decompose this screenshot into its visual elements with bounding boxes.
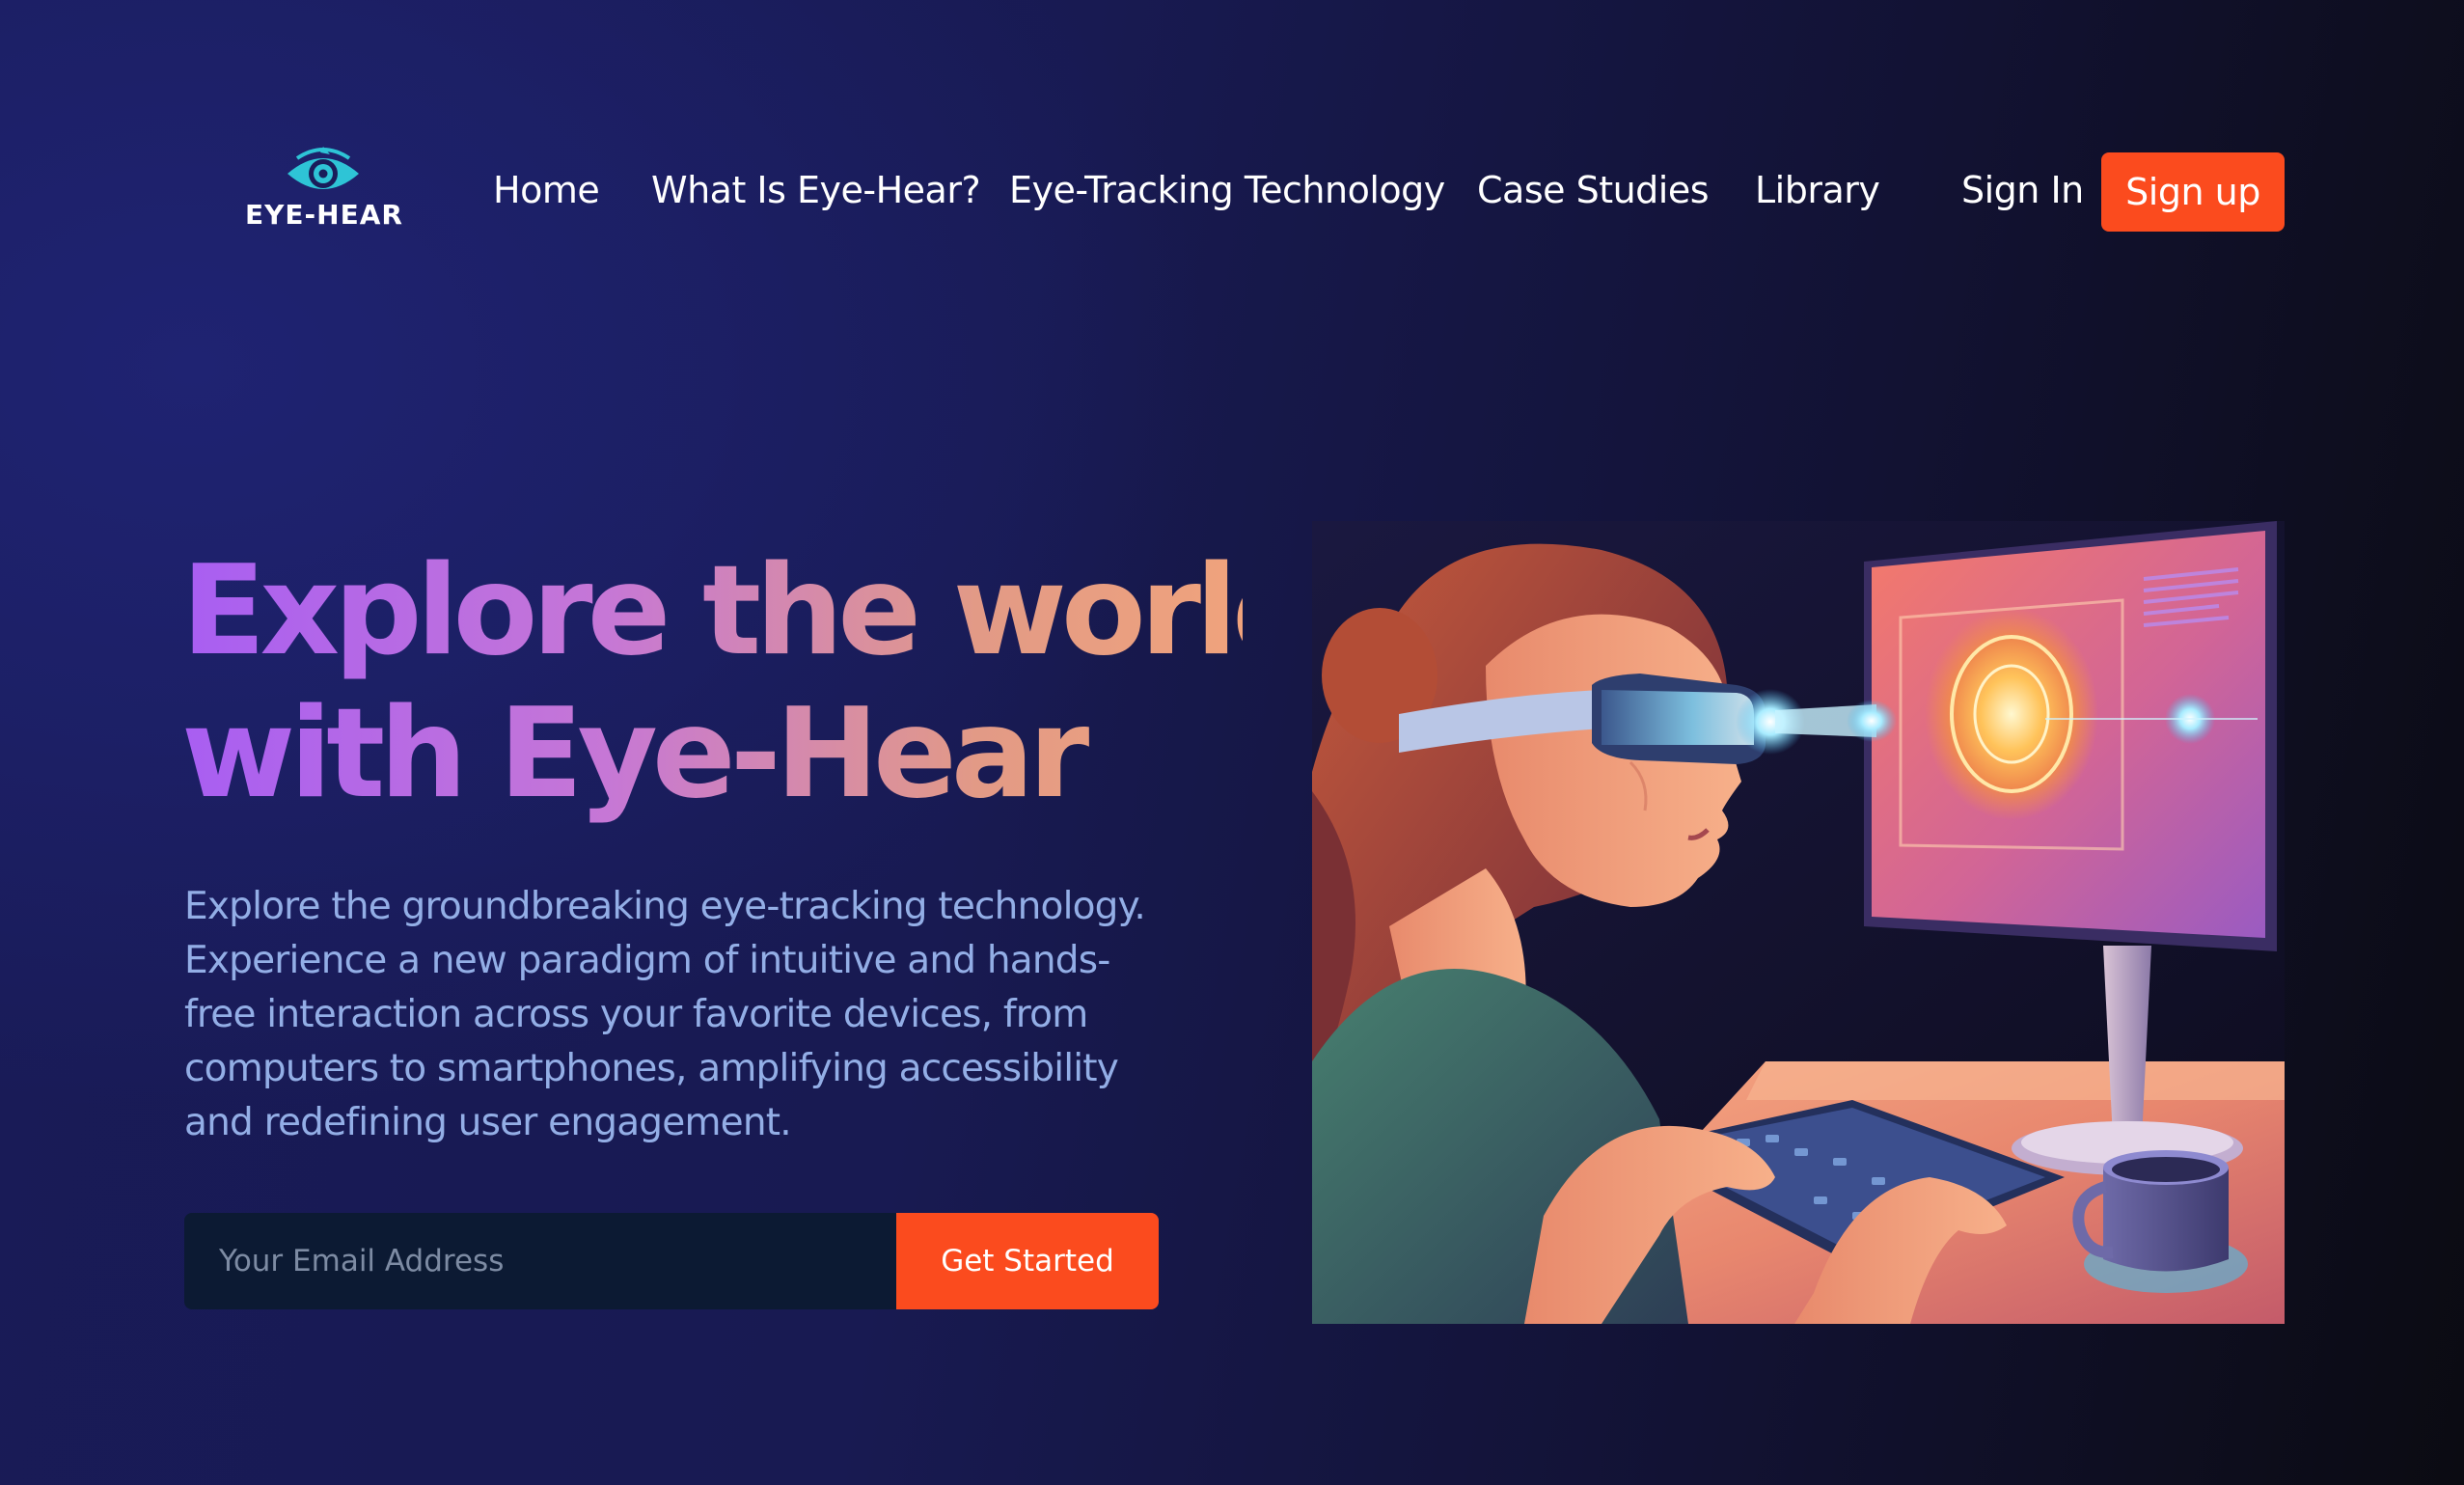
hero-headline: Explore the world with Eye-Hear bbox=[181, 540, 1243, 826]
nav-link-case-studies[interactable]: Case Studies bbox=[1477, 166, 1710, 214]
nav-link-what-is-eye-hear[interactable]: What Is Eye-Hear? bbox=[651, 166, 981, 214]
sign-up-button[interactable]: Sign up bbox=[2101, 152, 2285, 232]
hero-illustration bbox=[1312, 521, 2285, 1324]
logo-text: EYE-HEAR bbox=[245, 199, 403, 231]
nav-link-eye-tracking-technology[interactable]: Eye-Tracking Technology bbox=[1009, 166, 1445, 214]
eye-icon bbox=[287, 147, 359, 189]
hero-headline-line-2: with Eye-Hear bbox=[181, 682, 1084, 826]
nav-link-home[interactable]: Home bbox=[493, 166, 600, 214]
nav-link-library[interactable]: Library bbox=[1755, 166, 1880, 214]
get-started-button[interactable]: Get Started bbox=[896, 1213, 1159, 1309]
signup-form: Get Started bbox=[184, 1213, 1159, 1309]
hero-description: Explore the groundbreaking eye-tracking … bbox=[184, 885, 1146, 1144]
hero-headline-line-1: Explore the world bbox=[181, 539, 1315, 683]
logo[interactable]: EYE-HEAR bbox=[245, 147, 403, 232]
sign-in-link[interactable]: Sign In bbox=[1961, 166, 2084, 214]
email-input[interactable] bbox=[184, 1213, 896, 1309]
